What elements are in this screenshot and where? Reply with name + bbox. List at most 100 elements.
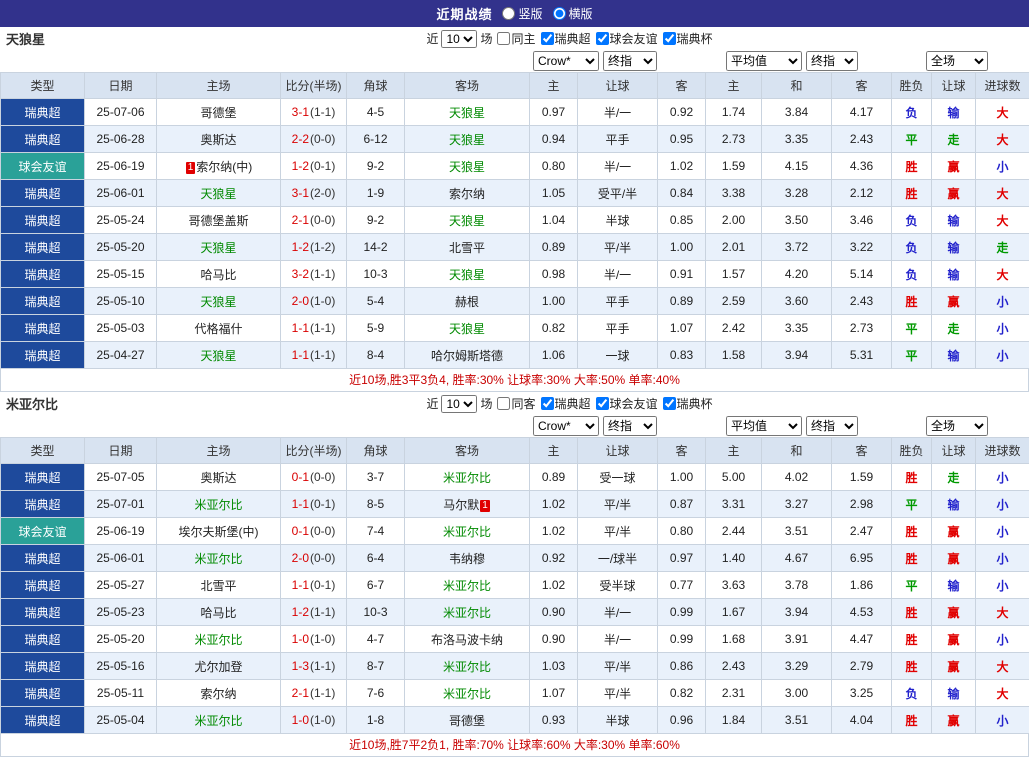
checkbox-同主[interactable] [497, 32, 510, 45]
full-time-score[interactable]: 1-1 [292, 321, 309, 335]
team-name[interactable]: 北雪平 [449, 241, 485, 255]
home-team-cell[interactable]: 埃尔夫斯堡(中) [157, 518, 281, 545]
home-team-cell[interactable]: 北雪平 [157, 572, 281, 599]
full-time-score[interactable]: 1-0 [292, 713, 309, 727]
full-time-score[interactable]: 2-0 [292, 294, 309, 308]
full-time-score[interactable]: 1-0 [292, 632, 309, 646]
team-name[interactable]: 索尔纳 [200, 687, 236, 701]
team-name[interactable]: 天狼星 [200, 241, 236, 255]
team-name[interactable]: 米亚尔比 [194, 714, 242, 728]
team-name[interactable]: 代格福什 [194, 322, 242, 336]
team-name[interactable]: 米亚尔比 [443, 687, 491, 701]
full-time-score[interactable]: 3-1 [292, 186, 309, 200]
full-time-score[interactable]: 3-2 [292, 267, 309, 281]
match-score[interactable]: 1-0(1-0) [281, 707, 347, 734]
home-team-cell[interactable]: 哥德堡 [157, 99, 281, 126]
home-team-cell[interactable]: 米亚尔比 [157, 545, 281, 572]
checkbox-球会友谊[interactable] [596, 32, 609, 45]
filter-checkbox-球会友谊[interactable]: 球会友谊 [592, 395, 658, 412]
away-team-cell[interactable]: 哈尔姆斯塔德 [405, 342, 530, 369]
match-count-select[interactable]: 10 [441, 395, 477, 413]
home-team-cell[interactable]: 哈马比 [157, 599, 281, 626]
full-time-score[interactable]: 3-1 [292, 105, 309, 119]
home-team-cell[interactable]: 索尔纳 [157, 680, 281, 707]
home-team-cell[interactable]: 天狼星 [157, 288, 281, 315]
match-score[interactable]: 1-2(1-1) [281, 599, 347, 626]
team-name[interactable]: 天狼星 [449, 322, 485, 336]
away-team-cell[interactable]: 天狼星 [405, 315, 530, 342]
away-team-cell[interactable]: 米亚尔比 [405, 464, 530, 491]
match-score[interactable]: 1-2(0-1) [281, 153, 347, 180]
checkbox-瑞典杯[interactable] [663, 397, 676, 410]
full-time-score[interactable]: 0-1 [292, 470, 309, 484]
home-team-cell[interactable]: 尤尔加登 [157, 653, 281, 680]
team-name[interactable]: 天狼星 [200, 349, 236, 363]
full-time-score[interactable]: 1-3 [292, 659, 309, 673]
asian-odds-source-select[interactable]: Crow* [533, 51, 599, 71]
home-team-cell[interactable]: 米亚尔比 [157, 707, 281, 734]
team-name[interactable]: 米亚尔比 [443, 525, 491, 539]
team-name[interactable]: 尤尔加登 [194, 660, 242, 674]
away-team-cell[interactable]: 米亚尔比 [405, 599, 530, 626]
checkbox-瑞典超[interactable] [541, 397, 554, 410]
match-score[interactable]: 2-0(0-0) [281, 545, 347, 572]
home-team-cell[interactable]: 米亚尔比 [157, 491, 281, 518]
home-team-cell[interactable]: 米亚尔比 [157, 626, 281, 653]
filter-checkbox-同主[interactable]: 同主 [493, 30, 535, 47]
full-time-score[interactable]: 1-2 [292, 240, 309, 254]
filter-checkbox-瑞典杯[interactable]: 瑞典杯 [659, 30, 713, 47]
team-name[interactable]: 北雪平 [200, 579, 236, 593]
team-name[interactable]: 米亚尔比 [443, 606, 491, 620]
team-name[interactable]: 韦纳穆 [449, 552, 485, 566]
filter-checkbox-瑞典杯[interactable]: 瑞典杯 [659, 395, 713, 412]
team-name[interactable]: 米亚尔比 [443, 579, 491, 593]
home-team-cell[interactable]: 哈马比 [157, 261, 281, 288]
team-name[interactable]: 哈马比 [200, 606, 236, 620]
team-name[interactable]: 索尔纳(中) [196, 160, 252, 174]
match-score[interactable]: 1-0(1-0) [281, 626, 347, 653]
away-team-cell[interactable]: 哥德堡 [405, 707, 530, 734]
away-team-cell[interactable]: 天狼星 [405, 207, 530, 234]
match-score[interactable]: 2-0(1-0) [281, 288, 347, 315]
away-team-cell[interactable]: 布洛马波卡纳 [405, 626, 530, 653]
match-score[interactable]: 1-1(1-1) [281, 342, 347, 369]
team-name[interactable]: 哈尔姆斯塔德 [431, 349, 503, 363]
team-name[interactable]: 布洛马波卡纳 [431, 633, 503, 647]
match-score[interactable]: 3-1(2-0) [281, 180, 347, 207]
team-name[interactable]: 米亚尔比 [443, 660, 491, 674]
team-name[interactable]: 赫根 [455, 295, 479, 309]
team-name[interactable]: 哈马比 [200, 268, 236, 282]
away-team-cell[interactable]: 米亚尔比 [405, 518, 530, 545]
filter-checkbox-同客[interactable]: 同客 [493, 395, 535, 412]
full-time-score[interactable]: 1-2 [292, 159, 309, 173]
away-team-cell[interactable]: 索尔纳 [405, 180, 530, 207]
match-score[interactable]: 2-1(1-1) [281, 680, 347, 707]
match-score[interactable]: 1-1(1-1) [281, 315, 347, 342]
away-team-cell[interactable]: 天狼星 [405, 99, 530, 126]
euro-odds-time-select[interactable]: 终指 [806, 51, 858, 71]
team-name[interactable]: 天狼星 [449, 214, 485, 228]
home-team-cell[interactable]: 代格福什 [157, 315, 281, 342]
team-name[interactable]: 天狼星 [449, 133, 485, 147]
full-time-score[interactable]: 2-2 [292, 132, 309, 146]
team-name[interactable]: 米亚尔比 [194, 552, 242, 566]
away-team-cell[interactable]: 米亚尔比 [405, 680, 530, 707]
team-name[interactable]: 米亚尔比 [194, 498, 242, 512]
team-name[interactable]: 天狼星 [449, 160, 485, 174]
match-score[interactable]: 1-3(1-1) [281, 653, 347, 680]
away-team-cell[interactable]: 赫根 [405, 288, 530, 315]
team-name[interactable]: 哥德堡盖斯 [188, 214, 248, 228]
match-score[interactable]: 3-2(1-1) [281, 261, 347, 288]
team-name[interactable]: 天狼星 [449, 268, 485, 282]
team-name[interactable]: 哥德堡 [200, 106, 236, 120]
vertical-layout-radio[interactable] [502, 7, 515, 20]
team-name[interactable]: 马尔默 [443, 498, 479, 512]
match-score[interactable]: 2-2(0-0) [281, 126, 347, 153]
checkbox-瑞典超[interactable] [541, 32, 554, 45]
full-time-score[interactable]: 1-1 [292, 497, 309, 511]
euro-odds-source-select[interactable]: 平均值 [726, 51, 802, 71]
home-team-cell[interactable]: 天狼星 [157, 180, 281, 207]
match-score[interactable]: 3-1(1-1) [281, 99, 347, 126]
match-score[interactable]: 1-1(0-1) [281, 491, 347, 518]
home-team-cell[interactable]: 1索尔纳(中) [157, 153, 281, 180]
